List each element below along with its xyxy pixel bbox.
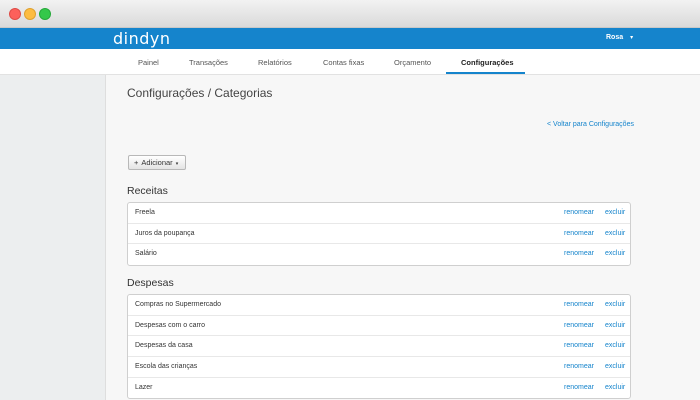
main-nav: Painel Transações Relatórios Contas fixa… <box>0 49 700 75</box>
delete-link[interactable]: excluir <box>605 322 625 329</box>
user-name: Rosa <box>606 34 624 41</box>
rename-link[interactable]: renomear <box>564 384 594 391</box>
category-name: Salário <box>135 250 157 258</box>
list-item: Lazer renomear excluir <box>128 378 630 399</box>
delete-link[interactable]: excluir <box>605 301 625 308</box>
category-name: Escola das crianças <box>135 363 198 371</box>
nav-item-relatorios[interactable]: Relatórios <box>258 58 292 67</box>
section-title-receitas: Receitas <box>127 185 168 197</box>
list-item: Freela renomear excluir <box>128 203 630 224</box>
user-menu[interactable]: Rosa ▾ <box>606 34 633 41</box>
nav-item-contas-fixas[interactable]: Contas fixas <box>323 58 364 67</box>
rename-link[interactable]: renomear <box>564 301 594 308</box>
list-item: Salário renomear excluir <box>128 244 630 265</box>
minimize-window-button[interactable] <box>24 8 36 20</box>
rename-link[interactable]: renomear <box>564 322 594 329</box>
section-title-despesas: Despesas <box>127 277 174 289</box>
delete-link[interactable]: excluir <box>605 230 625 237</box>
category-name: Freela <box>135 209 155 216</box>
nav-item-configuracoes[interactable]: Configurações <box>461 58 514 67</box>
category-name: Juros da poupança <box>135 229 195 237</box>
app-logo[interactable]: dindyn <box>113 29 171 48</box>
app-header: dindyn Rosa ▾ <box>0 28 700 49</box>
window-titlebar <box>0 0 700 28</box>
chevron-down-icon: ▾ <box>630 35 634 41</box>
plus-icon: + <box>134 158 139 167</box>
delete-link[interactable]: excluir <box>605 342 625 349</box>
sidebar <box>0 75 106 400</box>
list-item: Despesas da casa renomear excluir <box>128 336 630 358</box>
category-list-despesas: Compras no Supermercado renomear excluir… <box>127 294 631 400</box>
nav-item-painel[interactable]: Painel <box>138 58 159 67</box>
maximize-window-button[interactable] <box>39 8 51 20</box>
list-item: Escola das crianças renomear excluir <box>128 357 630 378</box>
add-category-button[interactable]: + Adicionar ▾ <box>128 155 186 170</box>
browser-window: dindyn Rosa ▾ Painel Transações Relatório… <box>0 0 700 400</box>
rename-link[interactable]: renomear <box>564 230 594 237</box>
delete-link[interactable]: excluir <box>605 250 625 257</box>
delete-link[interactable]: excluir <box>605 363 625 370</box>
close-window-button[interactable] <box>9 8 21 20</box>
list-item: Compras no Supermercado renomear excluir <box>128 295 630 316</box>
category-name: Compras no Supermercado <box>135 301 221 308</box>
category-name: Lazer <box>135 383 153 391</box>
rename-link[interactable]: renomear <box>564 342 594 349</box>
category-name: Despesas com o carro <box>135 321 206 329</box>
active-tab-indicator <box>446 72 525 74</box>
page-title: Configurações / Categorias <box>127 86 273 100</box>
list-item: Despesas com o carro renomear excluir <box>128 316 630 337</box>
rename-link[interactable]: renomear <box>564 363 594 370</box>
rename-link[interactable]: renomear <box>564 250 594 257</box>
delete-link[interactable]: excluir <box>605 209 625 216</box>
delete-link[interactable]: excluir <box>605 384 625 391</box>
back-to-settings-link[interactable]: < Voltar para Configurações <box>547 121 634 128</box>
rename-link[interactable]: renomear <box>564 209 594 216</box>
nav-item-transacoes[interactable]: Transações <box>189 58 228 67</box>
category-name: Despesas da casa <box>135 342 193 350</box>
list-item: Juros da poupança renomear excluir <box>128 224 630 245</box>
category-list-receitas: Freela renomear excluir Juros da poupanç… <box>127 202 631 267</box>
chevron-down-icon: ▾ <box>175 161 179 167</box>
add-button-label: Adicionar <box>141 158 173 167</box>
nav-item-orcamento[interactable]: Orçamento <box>394 58 431 67</box>
